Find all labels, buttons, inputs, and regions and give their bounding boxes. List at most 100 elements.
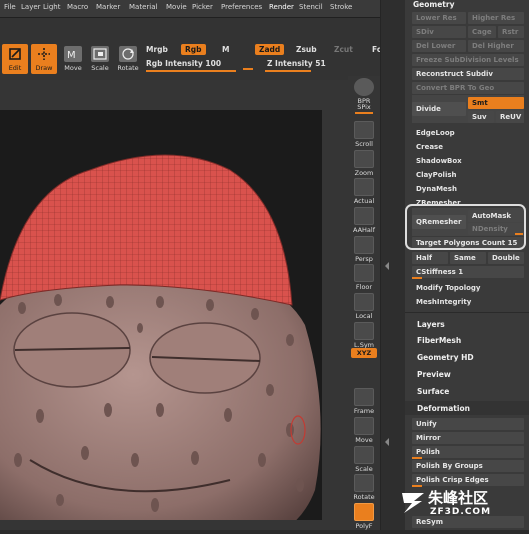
- menu-picker[interactable]: Picker: [192, 3, 213, 11]
- z-intensity-slider[interactable]: Z Intensity 51: [267, 59, 326, 68]
- menu-material[interactable]: Material: [129, 3, 157, 11]
- fibermesh-header[interactable]: FiberMesh: [417, 336, 461, 345]
- tool-palette: Geometry Lower Res Higher Res SDiv Cage …: [405, 0, 529, 530]
- surface-header[interactable]: Surface: [417, 387, 449, 396]
- menu-preferences[interactable]: Preferences: [221, 3, 262, 11]
- reuv-toggle[interactable]: ReUV: [496, 111, 524, 123]
- document-canvas[interactable]: [0, 110, 322, 530]
- rotate-view-button[interactable]: Rotate: [351, 474, 377, 501]
- shadowbox-menu[interactable]: ShadowBox: [412, 155, 524, 167]
- menu-movie[interactable]: Movie: [166, 3, 187, 11]
- local-button[interactable]: Local: [351, 293, 377, 320]
- suv-toggle[interactable]: Suv: [468, 111, 494, 123]
- zcut-toggle[interactable]: Zcut: [334, 45, 353, 54]
- sdiv-slider[interactable]: SDiv: [412, 26, 466, 38]
- polyf-button[interactable]: PolyF: [351, 503, 377, 530]
- collapse-arrows: [385, 262, 389, 446]
- scroll-button[interactable]: Scroll: [351, 121, 377, 148]
- rstr-button[interactable]: Rstr: [498, 26, 524, 38]
- layers-header[interactable]: Layers: [417, 320, 445, 329]
- menu-light[interactable]: Light: [43, 3, 60, 11]
- convert-bpr-button[interactable]: Convert BPR To Geo: [412, 82, 524, 94]
- freeze-subdivision-button[interactable]: Freeze SubDivision Levels: [412, 54, 524, 66]
- spix-button[interactable]: SPix: [351, 103, 377, 115]
- rotate-tool-button[interactable]: Rotate: [115, 44, 141, 74]
- menu-macro[interactable]: Macro: [67, 3, 88, 11]
- del-higher-button[interactable]: Del Higher: [468, 40, 524, 52]
- cstiffness-slider[interactable]: CStiffness 1: [412, 266, 524, 278]
- preview-header[interactable]: Preview: [417, 370, 451, 379]
- mrgb-toggle[interactable]: Mrgb: [146, 45, 168, 54]
- move-view-button[interactable]: Move: [351, 417, 377, 444]
- bpr-button[interactable]: BPR: [351, 78, 377, 105]
- rotate-view-label: Rotate: [353, 493, 375, 501]
- lower-res-button[interactable]: Lower Res: [412, 12, 466, 24]
- xyz-button[interactable]: XYZ: [351, 348, 377, 358]
- menu-marker[interactable]: Marker: [96, 3, 120, 11]
- unify-button[interactable]: Unify: [412, 418, 524, 430]
- divide-button[interactable]: Divide: [412, 102, 466, 116]
- svg-text:M: M: [67, 50, 76, 61]
- modify-topology-menu[interactable]: Modify Topology: [412, 282, 524, 294]
- frame-icon: [354, 388, 374, 406]
- polish-fill: [412, 457, 422, 459]
- aahalf-button[interactable]: AAHalf: [351, 207, 377, 234]
- menu-stencil[interactable]: Stencil: [299, 3, 323, 11]
- menu-file[interactable]: File: [4, 3, 16, 11]
- aahalf-icon: [354, 207, 374, 225]
- menu-layer[interactable]: Layer: [21, 3, 41, 11]
- edit-button[interactable]: Edit: [2, 44, 28, 74]
- floor-button[interactable]: Floor: [351, 264, 377, 291]
- menu-stroke[interactable]: Stroke: [330, 3, 352, 11]
- rgb-intensity-fill: [146, 70, 236, 72]
- m-toggle[interactable]: M: [222, 45, 229, 54]
- spix-label: SPix: [357, 103, 371, 111]
- meshintegrity-menu[interactable]: MeshIntegrity: [412, 296, 524, 308]
- claypolish-menu[interactable]: ClayPolish: [412, 169, 524, 181]
- persp-grid-icon: [354, 236, 374, 254]
- sculpt-model[interactable]: [0, 110, 322, 530]
- scale-tool-button[interactable]: Scale: [87, 44, 113, 74]
- scale-label: Scale: [91, 64, 109, 72]
- palette-divider[interactable]: [380, 0, 405, 530]
- polish-by-groups-slider[interactable]: Polish By Groups: [412, 460, 524, 472]
- draw-button[interactable]: Draw: [31, 44, 57, 74]
- mirror-button[interactable]: Mirror: [412, 432, 524, 444]
- menu-render[interactable]: Render: [269, 3, 294, 11]
- half-button[interactable]: Half: [412, 252, 448, 264]
- higher-res-button[interactable]: Higher Res: [468, 12, 524, 24]
- intensity-marker: [243, 68, 253, 70]
- move-tool-button[interactable]: M Move: [60, 44, 86, 74]
- deformation-header[interactable]: Deformation: [417, 404, 470, 413]
- actual-icon: [354, 178, 374, 196]
- move-icon: M: [64, 46, 82, 62]
- rgb-intensity-slider[interactable]: Rgb Intensity 100: [146, 59, 221, 68]
- zoom-button[interactable]: Zoom: [351, 150, 377, 177]
- zsub-toggle[interactable]: Zsub: [296, 45, 317, 54]
- scale-view-button[interactable]: Scale: [351, 446, 377, 473]
- geometry-hd-header[interactable]: Geometry HD: [417, 353, 474, 362]
- dynamesh-menu[interactable]: DynaMesh: [412, 183, 524, 195]
- geometry-header[interactable]: Geometry: [413, 0, 454, 9]
- viewport[interactable]: [0, 80, 348, 530]
- floor-label: Floor: [355, 283, 373, 291]
- lsym-button[interactable]: L.Sym: [351, 322, 377, 349]
- scale-view-icon: [354, 446, 374, 464]
- frame-button[interactable]: Frame: [351, 388, 377, 415]
- canvas-scroll-marker[interactable]: [112, 523, 128, 530]
- crease-menu[interactable]: Crease: [412, 141, 524, 153]
- local-label: Local: [355, 312, 373, 320]
- polish-crisp-edges-slider[interactable]: Polish Crisp Edges: [412, 474, 524, 486]
- reconstruct-subdiv-button[interactable]: Reconstruct Subdiv: [412, 68, 524, 80]
- persp-button[interactable]: Persp: [351, 236, 377, 263]
- zadd-toggle[interactable]: Zadd: [255, 44, 285, 55]
- del-lower-button[interactable]: Del Lower: [412, 40, 466, 52]
- polish-slider[interactable]: Polish: [412, 446, 524, 458]
- same-button[interactable]: Same: [450, 252, 486, 264]
- edgeloop-menu[interactable]: EdgeLoop: [412, 127, 524, 139]
- smt-toggle[interactable]: Smt: [468, 97, 524, 109]
- actual-button[interactable]: Actual: [351, 178, 377, 205]
- cage-button[interactable]: Cage: [468, 26, 496, 38]
- rgb-toggle[interactable]: Rgb: [181, 44, 206, 55]
- double-button[interactable]: Double: [488, 252, 524, 264]
